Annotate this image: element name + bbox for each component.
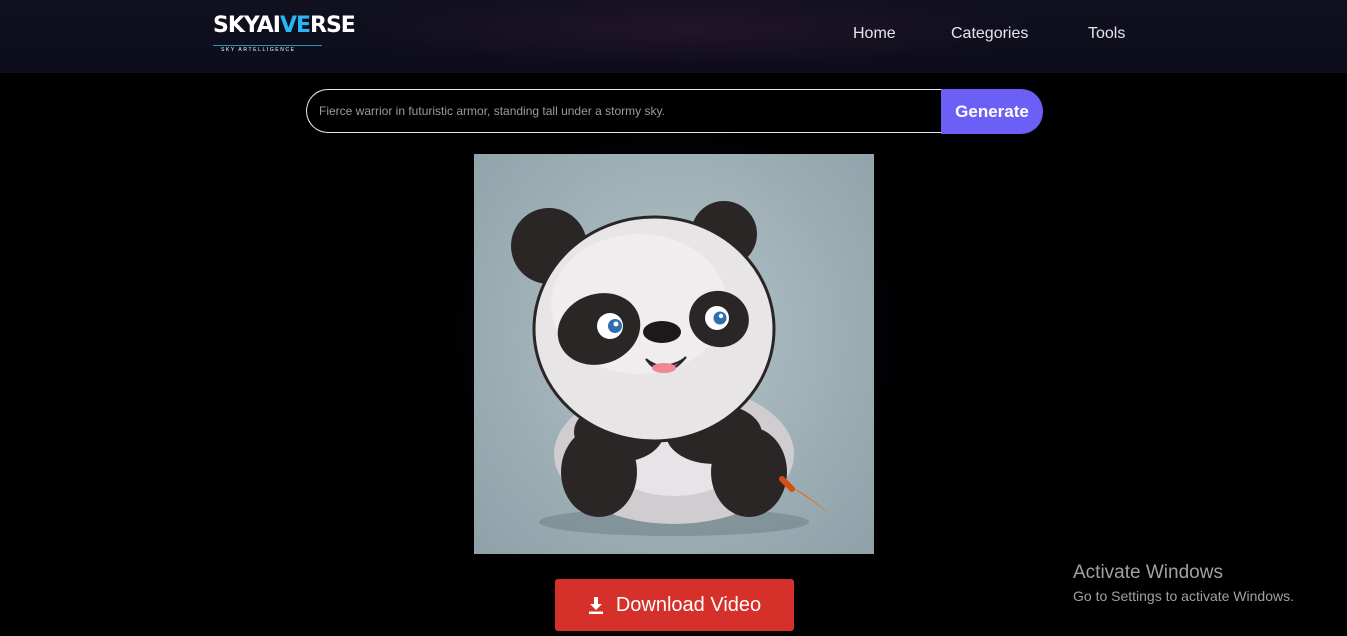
navbar-backdrop (330, 0, 1050, 70)
logo-underline (213, 45, 322, 46)
download-button-label: Download Video (615, 593, 762, 616)
nav-home-link[interactable]: Home (853, 25, 896, 43)
download-video-button[interactable]: Download Video (555, 579, 794, 631)
download-icon (588, 597, 603, 614)
windows-activation-watermark: Activate Windows Go to Settings to activ… (1073, 562, 1294, 606)
activate-windows-subtitle: Go to Settings to activate Windows. (1073, 588, 1294, 604)
generate-button[interactable]: Generate (941, 89, 1043, 134)
top-navbar: SKYAIVERSE SKY ARTELLIGENCE Home Categor… (0, 0, 1347, 73)
nav-categories-link[interactable]: Categories (951, 25, 1028, 43)
nav-tools-link[interactable]: Tools (1088, 25, 1125, 43)
prompt-input[interactable] (306, 89, 943, 133)
panda-illustration (511, 201, 834, 536)
generated-image (474, 154, 874, 554)
logo-wordmark: SKYAIVERSE (213, 13, 356, 38)
logo-tagline: SKY ARTELLIGENCE (221, 47, 296, 53)
activate-windows-title: Activate Windows (1073, 562, 1223, 583)
site-logo[interactable]: SKYAIVERSE SKY ARTELLIGENCE (213, 13, 356, 54)
